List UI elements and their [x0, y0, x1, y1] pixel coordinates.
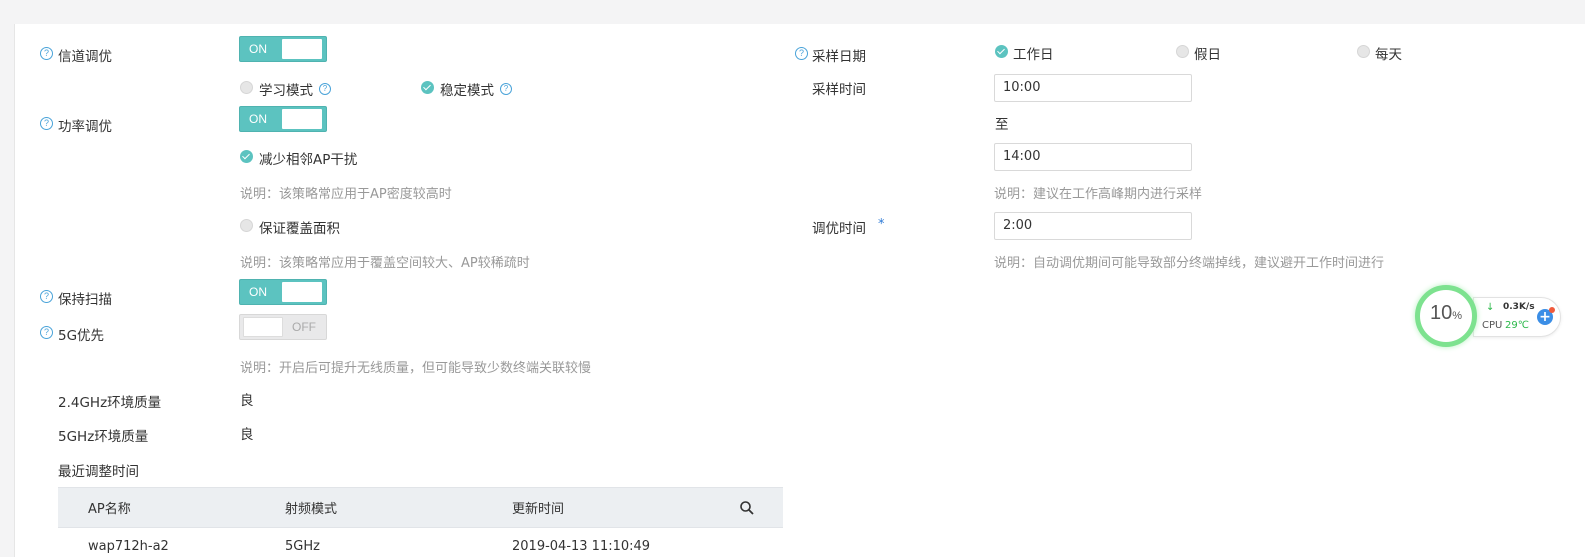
workday-label: 工作日	[1013, 47, 1054, 63]
sample-time-label: 采样时间	[812, 82, 866, 98]
reduce-interference-radio[interactable]	[240, 150, 253, 163]
workday-radio[interactable]	[995, 45, 1008, 58]
help-icon[interactable]: ?	[319, 83, 331, 95]
learn-mode-radio[interactable]	[240, 81, 253, 94]
col-ap-name[interactable]: AP名称	[58, 487, 285, 528]
stable-mode-label: 稳定模式	[440, 83, 494, 99]
prefer-5g-toggle[interactable]: OFF	[239, 314, 327, 340]
keep-scan-label: 保持扫描	[58, 292, 112, 308]
prefer-5g-label: 5G优先	[58, 328, 105, 344]
help-icon[interactable]: ?	[40, 47, 53, 60]
toggle-state: ON	[249, 42, 267, 56]
holiday-label: 假日	[1194, 47, 1221, 63]
table-header-row: AP名称 射频模式 更新时间	[58, 487, 783, 528]
ensure-coverage-radio[interactable]	[240, 219, 253, 232]
table-row[interactable]: wap712h-a2 5GHz 2019-04-13 11:10:49	[58, 528, 783, 557]
net-speed: 0.3K/s	[1503, 302, 1535, 312]
env-5-label: 5GHz环境质量	[58, 429, 149, 445]
sample-note: 说明：建议在工作高峰期内进行采样	[994, 187, 1203, 202]
power-tuning-label: 功率调优	[58, 119, 112, 135]
toggle-knob	[282, 282, 322, 302]
help-icon[interactable]: ?	[40, 117, 53, 130]
usage-percent: 10%	[1429, 302, 1463, 324]
prefer-note: 说明：开启后可提升无线质量，但可能导致少数终端关联较慢	[240, 361, 592, 376]
stable-mode-radio[interactable]	[421, 81, 434, 94]
cell-ap-name: wap712h-a2	[88, 539, 169, 555]
system-monitor-widget[interactable]: ↓ 0.3K/s CPU 29℃ + 10%	[1415, 285, 1565, 347]
channel-tuning-label: 信道调优	[58, 49, 112, 65]
toggle-knob	[243, 317, 283, 337]
col-update-time[interactable]: 更新时间	[512, 487, 723, 528]
help-icon[interactable]: ?	[40, 290, 53, 303]
cpu-label: CPU	[1482, 320, 1503, 331]
help-icon[interactable]: ?	[40, 326, 53, 339]
tune-time-input[interactable]: 2:00	[994, 212, 1192, 240]
toggle-state: ON	[249, 285, 267, 299]
cell-empty	[723, 528, 783, 557]
env-24-label: 2.4GHz环境质量	[58, 395, 162, 411]
toggle-knob	[282, 39, 322, 59]
to-label: 至	[995, 117, 1009, 133]
help-icon[interactable]: ?	[795, 47, 808, 60]
tune-note: 说明：自动调优期间可能导致部分终端掉线，建议避开工作时间进行	[994, 256, 1385, 271]
env-24-value: 良	[240, 393, 254, 409]
download-arrow-icon: ↓	[1486, 302, 1495, 313]
cell-radio-mode: 5GHz	[285, 539, 320, 555]
cpu-temp: 29℃	[1505, 320, 1529, 331]
end-time-input[interactable]: 14:00	[994, 143, 1192, 171]
sample-date-label: 采样日期	[812, 49, 866, 65]
everyday-radio[interactable]	[1357, 45, 1370, 58]
tune-time-label: 调优时间	[812, 221, 866, 237]
recent-adjust-label: 最近调整时间	[58, 464, 139, 480]
channel-tuning-toggle[interactable]: ON	[239, 36, 327, 62]
toggle-knob	[282, 109, 322, 129]
notification-dot	[1549, 307, 1555, 313]
env-5-value: 良	[240, 427, 254, 443]
holiday-radio[interactable]	[1176, 45, 1189, 58]
toggle-state: ON	[249, 112, 267, 126]
cell-update-time: 2019-04-13 11:10:49	[512, 539, 651, 555]
power-tuning-toggle[interactable]: ON	[239, 106, 327, 132]
start-time-input[interactable]: 10:00	[994, 74, 1192, 102]
col-radio-mode[interactable]: 射频模式	[285, 487, 512, 528]
search-icon[interactable]	[739, 500, 755, 516]
toggle-state: OFF	[292, 320, 316, 334]
learn-mode-label: 学习模式	[259, 83, 313, 99]
everyday-label: 每天	[1375, 47, 1402, 63]
reduce-note: 说明：该策略常应用于AP密度较高时	[240, 187, 452, 202]
ap-table: AP名称 射频模式 更新时间 wap712h-a2 5GHz 2019-04-1…	[58, 487, 783, 557]
required-mark: *	[878, 217, 885, 232]
search-cell[interactable]	[723, 487, 783, 528]
reduce-interference-label: 减少相邻AP干扰	[259, 152, 358, 168]
help-icon[interactable]: ?	[500, 83, 512, 95]
ensure-coverage-label: 保证覆盖面积	[259, 221, 340, 237]
keep-scan-toggle[interactable]: ON	[239, 279, 327, 305]
monitor-card: ↓ 0.3K/s CPU 29℃ +	[1473, 297, 1561, 337]
coverage-note: 说明：该策略常应用于覆盖空间较大、AP较稀疏时	[240, 256, 530, 271]
